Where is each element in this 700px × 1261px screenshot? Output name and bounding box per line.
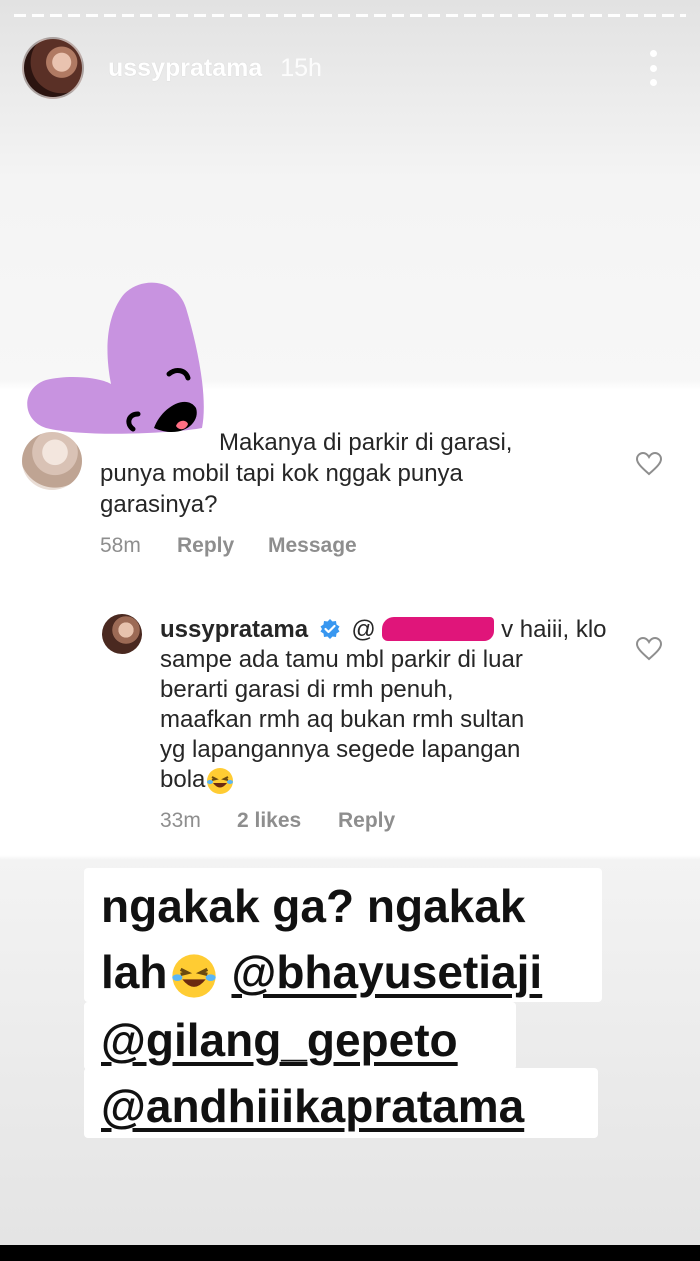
reply-comment-text: maafkan rmh aq bukan rmh sultan [160, 706, 525, 733]
reply-comment-text: berarti garasi di rmh penuh, [160, 676, 454, 703]
comment-text: Makanya di parkir di garasi, [219, 429, 513, 456]
mention-link[interactable]: @bhayusetiaji [231, 946, 542, 998]
mention-link[interactable]: @andhiiikapratama [101, 1076, 524, 1136]
story-time: 15h [280, 53, 322, 82]
author-avatar[interactable] [102, 614, 142, 654]
heart-icon[interactable] [636, 452, 662, 476]
story-view: ussypratama 15h Makanya di parkir di gar… [0, 0, 700, 1245]
laughing-emoji-icon [172, 954, 217, 998]
verified-icon [320, 619, 340, 639]
reply-comment-text: bola [160, 764, 235, 796]
reply-button[interactable]: Reply [338, 809, 395, 833]
comment-meta: 58m [100, 534, 141, 557]
reply-meta-time: 33m [160, 809, 201, 832]
caption-line: ngakak ga? ngakak [101, 880, 526, 932]
message-button[interactable]: Message [268, 534, 357, 558]
comment-text: punya mobil tapi kok nggak punya [100, 460, 463, 487]
reply-comment-text: yg lapangannya segede lapangan [160, 736, 521, 763]
story-username[interactable]: ussypratama [108, 54, 262, 83]
mention-link[interactable]: @gilang_gepeto [101, 1010, 458, 1070]
likes-count[interactable]: 2 likes [237, 809, 301, 833]
redaction-mark [382, 617, 495, 641]
mention-link[interactable]: @ [351, 616, 375, 643]
reply-username[interactable]: ussypratama [160, 616, 308, 643]
comment-text: garasinya? [100, 491, 218, 518]
avatar[interactable] [22, 37, 84, 99]
laughing-emoji-icon [207, 767, 234, 794]
bottom-bar [0, 1245, 700, 1261]
heart-sticker [27, 282, 204, 434]
reply-comment-line1: ussypratama @ v haiii, klo [160, 616, 607, 643]
reply-button[interactable]: Reply [177, 534, 234, 558]
story-header: ussypratama 15h [22, 36, 322, 100]
story-progress-bar [14, 14, 686, 17]
more-icon[interactable] [648, 50, 658, 86]
reply-comment-text: sampe ada tamu mbl parkir di luar [160, 646, 523, 673]
caption-line: lah @bhayusetiaji [101, 942, 542, 1002]
heart-icon[interactable] [636, 637, 662, 661]
